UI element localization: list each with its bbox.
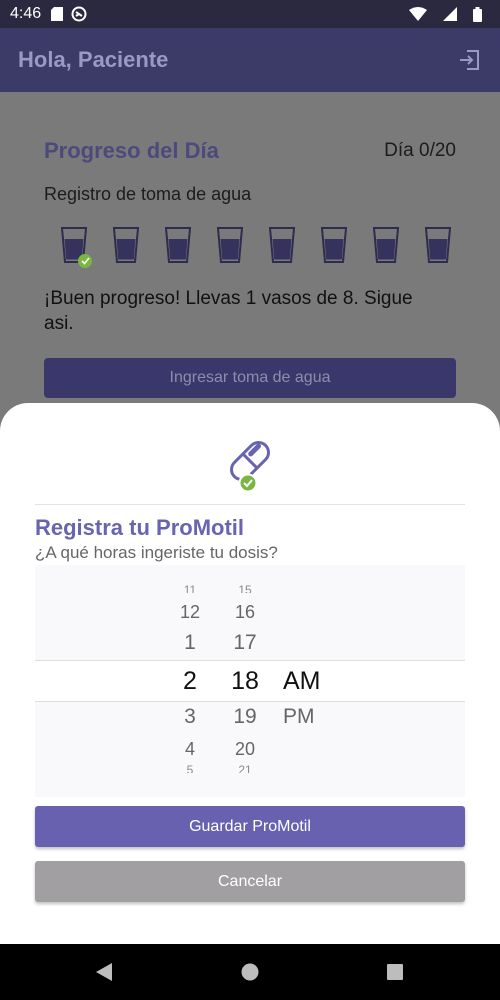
time-picker[interactable]: 11 12 1 2 3 4 5 15 16 17 18 19 20 21 AM PM	[35, 565, 465, 797]
sheet-question: ¿A qué horas ingeriste tu dosis?	[35, 543, 278, 562]
add-water-button[interactable]: Ingresar toma de agua	[44, 358, 456, 398]
app-bar-title: Hola, Paciente	[18, 47, 169, 72]
app-bar: Hola, Paciente	[0, 28, 500, 92]
water-glasses	[60, 226, 452, 268]
period-option[interactable]: PM	[283, 705, 333, 729]
hour-option[interactable]: 5	[165, 763, 215, 773]
progress-title: Progreso del Día	[44, 138, 219, 163]
water-intake-label: Registro de toma de agua	[44, 184, 252, 204]
minute-option[interactable]: 17	[225, 631, 265, 655]
save-button[interactable]: Guardar ProMotil	[35, 806, 465, 847]
logout-icon[interactable]	[458, 49, 482, 71]
status-bar: 4:46	[0, 0, 500, 28]
minute-option[interactable]: 15	[225, 583, 265, 593]
hour-option[interactable]: 11	[165, 583, 215, 593]
day-counter: Día 0/20	[384, 140, 456, 161]
check-icon	[78, 254, 92, 268]
hour-option[interactable]: 3	[165, 705, 215, 729]
signal-icon	[443, 7, 457, 21]
minute-column[interactable]: 15 16 17 18 19 20 21	[225, 565, 265, 797]
minute-option[interactable]: 16	[225, 602, 265, 623]
battery-icon	[473, 6, 482, 22]
hour-option[interactable]: 12	[165, 602, 215, 623]
sheet-divider	[35, 504, 465, 505]
water-glass-icon	[372, 226, 400, 264]
period-column[interactable]: AM PM	[283, 565, 333, 797]
back-icon[interactable]	[95, 962, 113, 987]
period-option-selected[interactable]: AM	[283, 667, 333, 696]
sd-card-icon	[51, 7, 64, 21]
hour-option[interactable]: 1	[165, 631, 215, 655]
navigation-bar	[0, 944, 500, 1000]
water-glass-icon	[424, 226, 452, 264]
water-glass-icon	[320, 226, 348, 264]
hour-option[interactable]: 4	[165, 739, 215, 760]
minute-option[interactable]: 20	[225, 739, 265, 760]
home-icon[interactable]	[241, 962, 259, 987]
recents-icon[interactable]	[386, 962, 404, 987]
water-glass-icon	[164, 226, 192, 264]
pill-check-icon	[222, 435, 278, 495]
minute-option[interactable]: 19	[225, 705, 265, 729]
status-time: 4:46	[10, 5, 42, 22]
progress-message: ¡Buen progreso! Llevas 1 vasos de 8. Sig…	[44, 288, 413, 334]
wifi-icon	[409, 7, 427, 21]
water-glass-icon	[112, 226, 140, 264]
bottom-sheet: Registra tu ProMotil ¿A qué horas ingeri…	[0, 403, 500, 944]
minute-option[interactable]: 21	[225, 763, 265, 773]
water-glass-icon	[216, 226, 244, 264]
water-glass-icon	[268, 226, 296, 264]
hour-option-selected[interactable]: 2	[165, 667, 215, 696]
hour-column[interactable]: 11 12 1 2 3 4 5	[165, 565, 215, 797]
sync-icon	[71, 6, 87, 22]
sheet-title: Registra tu ProMotil	[35, 515, 245, 540]
cancel-button[interactable]: Cancelar	[35, 861, 465, 902]
water-glass-icon	[60, 226, 92, 268]
minute-option-selected[interactable]: 18	[225, 667, 265, 696]
